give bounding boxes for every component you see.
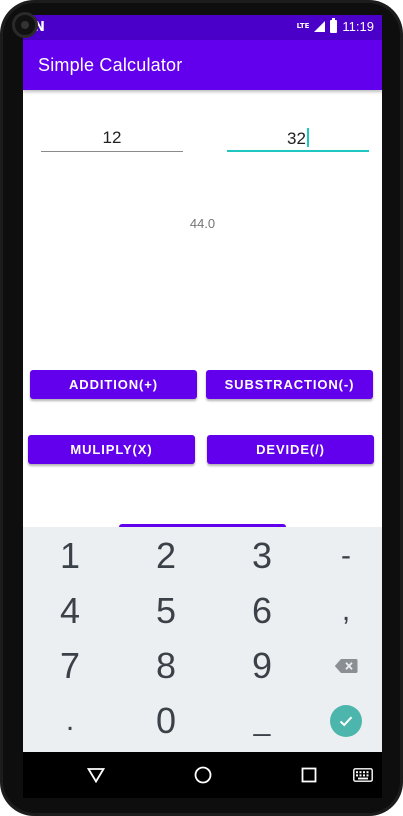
front-camera (12, 12, 38, 38)
home-icon (194, 766, 212, 784)
key-4[interactable]: 4 (25, 584, 115, 637)
keyboard-switch-button[interactable] (343, 752, 383, 798)
key-2[interactable]: 2 (121, 529, 211, 582)
recents-button[interactable] (289, 752, 329, 798)
back-icon (87, 768, 105, 783)
key-5[interactable]: 5 (121, 584, 211, 637)
numeric-keyboard: 1 2 3 - 4 5 6 , 7 8 9 . 0 _ (23, 527, 382, 752)
battery-icon (330, 18, 338, 33)
done-key[interactable] (301, 694, 382, 747)
status-icons: LTE 11:19 (296, 18, 374, 34)
key-1[interactable]: 1 (25, 529, 115, 582)
back-button[interactable] (76, 752, 116, 798)
first-number-underline (41, 151, 183, 152)
first-number-value: 12 (102, 128, 122, 147)
key-minus[interactable]: - (301, 529, 382, 582)
key-0[interactable]: 0 (121, 694, 211, 747)
second-number-value: 32 (287, 129, 306, 148)
key-comma[interactable]: , (301, 584, 382, 637)
status-bar: N LTE 11:19 (23, 15, 382, 40)
first-number-input[interactable]: 12 (41, 122, 183, 152)
key-space[interactable]: _ (217, 694, 307, 747)
done-icon (330, 704, 362, 737)
app-title: Simple Calculator (38, 55, 183, 75)
signal-icon (314, 21, 326, 32)
second-number-value-wrapper: 32 (227, 128, 369, 149)
clock: 11:19 (342, 19, 374, 34)
home-button[interactable] (183, 752, 223, 798)
app-bar: Simple Calculator (23, 40, 382, 90)
backspace-icon (334, 658, 358, 673)
navigation-bar (23, 752, 382, 798)
second-number-input[interactable]: 32 (227, 122, 369, 152)
recents-icon (301, 767, 317, 783)
keyboard-switch-icon (353, 768, 373, 782)
device-screen: N LTE 11:19 Simple Calculator 12 32 44.0… (23, 15, 382, 752)
key-6[interactable]: 6 (217, 584, 307, 637)
key-8[interactable]: 8 (121, 639, 211, 692)
text-cursor (306, 128, 309, 147)
key-3[interactable]: 3 (217, 529, 307, 582)
backspace-key[interactable] (301, 639, 382, 692)
multiply-button[interactable]: MULIPLY(X) (28, 435, 195, 464)
key-7[interactable]: 7 (25, 639, 115, 692)
divide-button[interactable]: DEVIDE(/) (207, 435, 374, 464)
second-number-underline (227, 150, 369, 152)
key-9[interactable]: 9 (217, 639, 307, 692)
network-type: LTE (296, 22, 310, 30)
key-period[interactable]: . (25, 694, 115, 747)
subtraction-button[interactable]: SUBSTRACTION(-) (206, 370, 373, 399)
addition-button[interactable]: ADDITION(+) (30, 370, 197, 399)
result-text: 44.0 (189, 216, 216, 231)
